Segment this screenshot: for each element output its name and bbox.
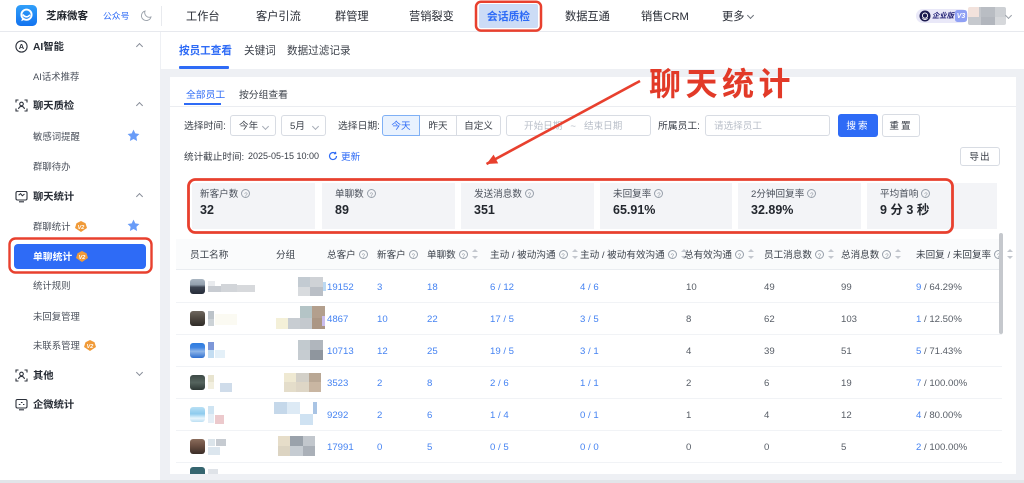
svg-text:V2: V2	[77, 225, 84, 231]
svg-text:A: A	[19, 42, 25, 51]
svg-text:V2: V2	[79, 254, 86, 260]
svg-text:V2: V2	[87, 343, 94, 349]
